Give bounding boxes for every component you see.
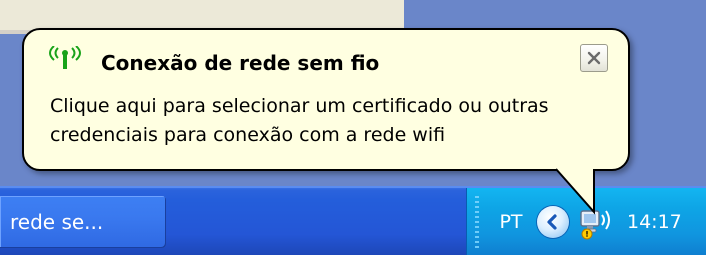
clock[interactable]: 14:17: [627, 207, 697, 237]
close-icon: [587, 51, 601, 65]
balloon-message[interactable]: Clique aqui para selecionar um certifica…: [50, 92, 615, 158]
wireless-signal-icon: [48, 45, 82, 70]
tray-grip: [475, 196, 479, 248]
chevron-left-icon: [547, 214, 557, 230]
show-hidden-icons-button[interactable]: [537, 206, 569, 238]
language-indicator[interactable]: PT: [496, 207, 526, 237]
background-window-edge: [0, 0, 404, 30]
balloon-message-line: credenciais para conexão com a rede wifi: [50, 124, 446, 146]
balloon-close-button[interactable]: [580, 44, 608, 72]
balloon-title: Conexão de rede sem fio: [101, 51, 380, 75]
balloon-message-line: Clique aqui para selecionar um certifica…: [50, 95, 549, 117]
taskbar-window-button[interactable]: rede se...: [0, 196, 166, 248]
wireless-network-icon[interactable]: [578, 201, 618, 241]
